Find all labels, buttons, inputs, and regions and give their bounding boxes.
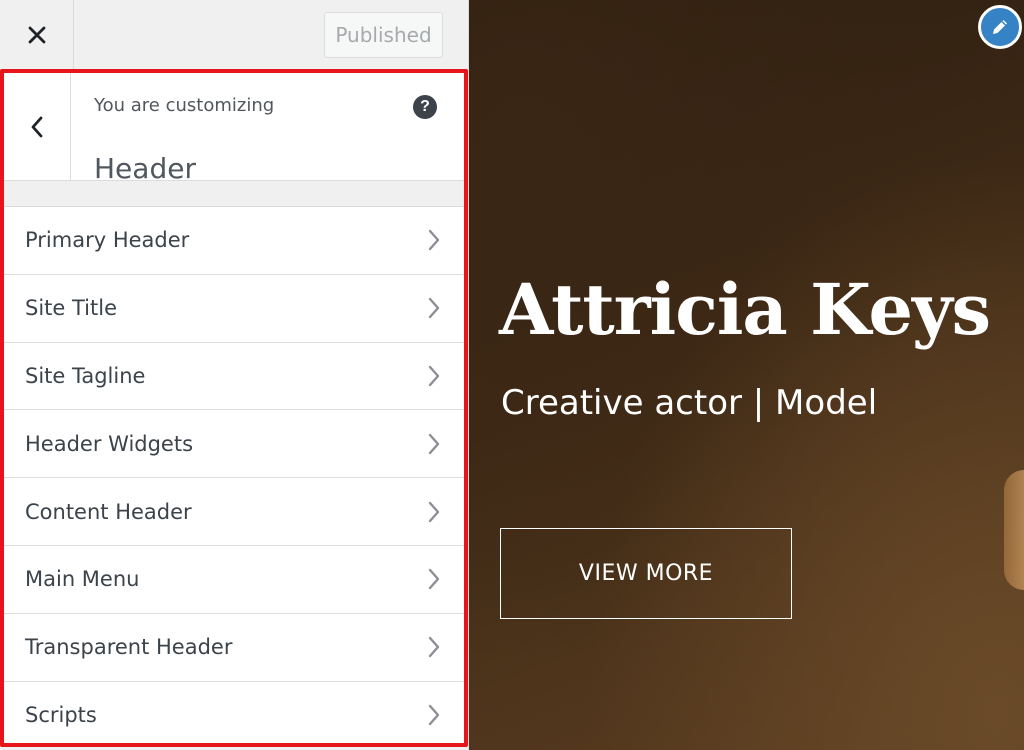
- section-item-primary-header[interactable]: Primary Header: [4, 207, 464, 275]
- panel-header: You are customizing Header ?: [4, 73, 464, 185]
- close-icon: [28, 26, 45, 43]
- customizer-app: Published You are customizing Header ? P…: [0, 0, 1024, 750]
- panel-spacer: [4, 181, 464, 206]
- customizer-topbar: Published: [0, 0, 468, 69]
- header-panel: You are customizing Header ? Primary Hea…: [0, 69, 468, 747]
- chevron-right-icon: [428, 297, 440, 319]
- section-item-site-title[interactable]: Site Title: [4, 274, 464, 343]
- chevron-right-icon: [428, 433, 440, 454]
- chevron-right-icon: [428, 569, 440, 590]
- section-item-scripts[interactable]: Scripts: [4, 681, 464, 743]
- customizing-label: You are customizing: [94, 95, 275, 116]
- view-more-button[interactable]: VIEW MORE: [500, 528, 792, 619]
- section-item-label: Site Title: [25, 296, 117, 321]
- chevron-right-icon: [428, 230, 440, 251]
- chevron-right-icon: [428, 705, 440, 726]
- section-item-label: Main Menu: [25, 567, 140, 592]
- section-item-site-tagline[interactable]: Site Tagline: [4, 342, 464, 411]
- section-item-header-widgets[interactable]: Header Widgets: [4, 410, 464, 479]
- section-item-label: Header Widgets: [25, 431, 194, 456]
- pencil-icon: [993, 20, 1007, 34]
- customizer-sidebar: Published You are customizing Header ? P…: [0, 0, 469, 750]
- close-button[interactable]: [0, 0, 74, 69]
- edit-shortcut-button[interactable]: [978, 5, 1022, 49]
- back-button[interactable]: [4, 73, 71, 180]
- section-item-main-menu[interactable]: Main Menu: [4, 545, 464, 614]
- chevron-right-icon: [428, 365, 440, 387]
- section-item-transparent-header[interactable]: Transparent Header: [4, 613, 464, 682]
- chevron-right-icon: [428, 636, 440, 658]
- chevron-right-icon: [428, 501, 440, 522]
- section-item-content-header[interactable]: Content Header: [4, 478, 464, 546]
- section-item-label: Content Header: [25, 499, 192, 524]
- section-item-label: Transparent Header: [25, 635, 233, 660]
- site-preview: Attricia Keys Creative actor | Model VIE…: [469, 0, 1024, 750]
- hero-image-edge: [1004, 470, 1024, 590]
- section-item-label: Site Tagline: [25, 363, 146, 388]
- section-item-label: Primary Header: [25, 228, 190, 253]
- hero-subtitle: Creative actor | Model: [501, 383, 878, 423]
- header-section-list: Primary Header Site Title Site Tagline H…: [4, 206, 464, 743]
- help-icon[interactable]: ?: [413, 95, 437, 119]
- chevron-left-icon: [31, 116, 43, 137]
- section-item-label: Scripts: [25, 703, 97, 728]
- panel-title: Header: [94, 152, 196, 186]
- hero-title: Attricia Keys: [499, 268, 991, 351]
- published-button[interactable]: Published: [324, 12, 443, 58]
